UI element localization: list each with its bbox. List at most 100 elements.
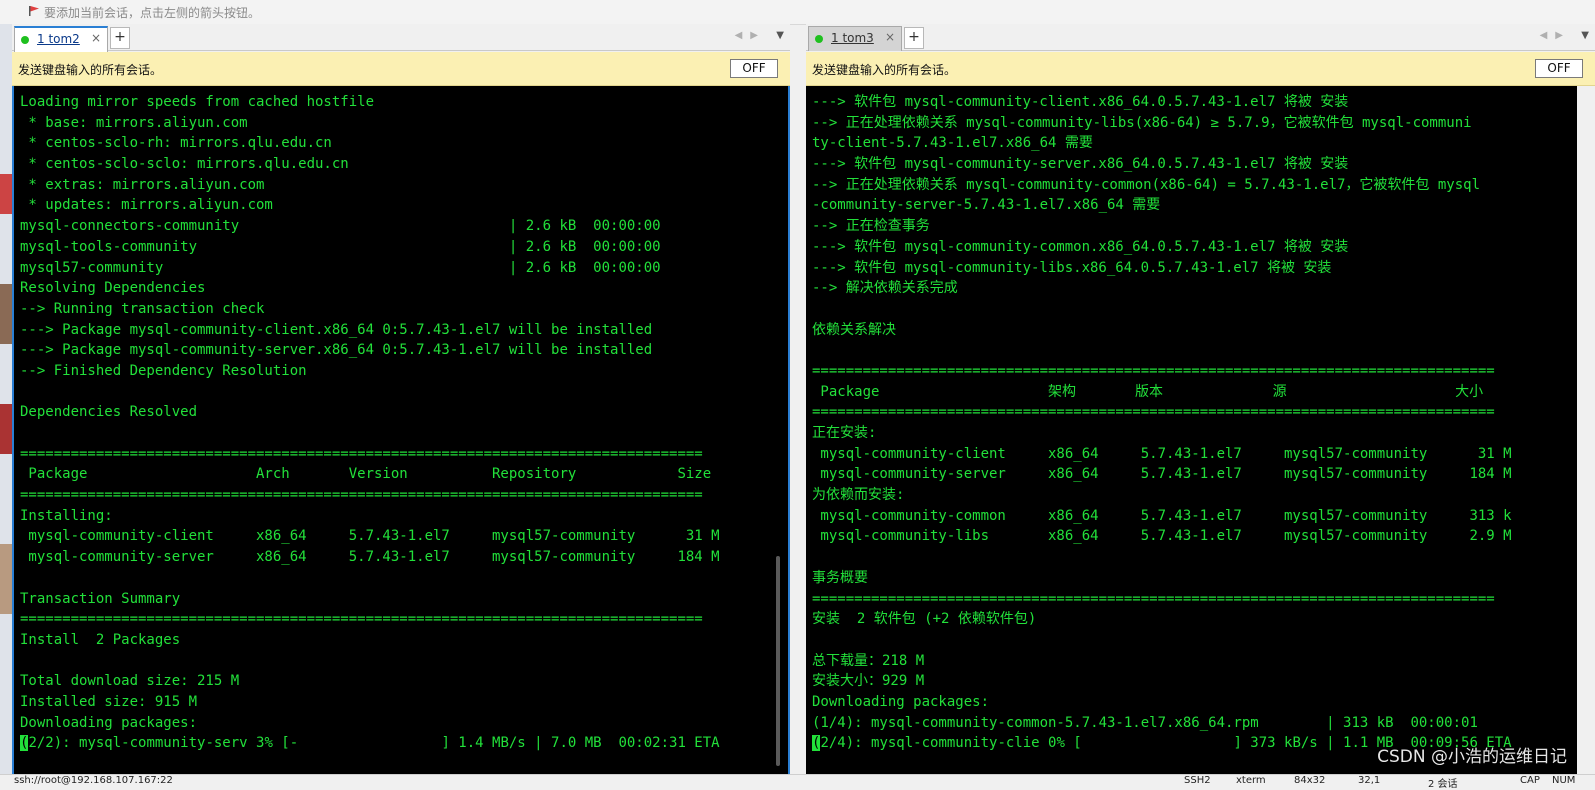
hint-text: 要添加当前会话，点击左侧的箭头按钮。 <box>44 6 261 20</box>
tab-tom3[interactable]: 1 tom3 × <box>808 26 902 51</box>
terminal-line: * base: mirrors.aliyun.com <box>20 114 248 131</box>
broadcast-off-button[interactable]: OFF <box>730 59 778 78</box>
status-bar: ssh://root@192.168.107.167:22 SSH2 xterm… <box>0 774 1595 790</box>
terminal-line: * updates: mirrors.aliyun.com <box>20 197 273 214</box>
terminal-line: ---> Package mysql-community-client.x86_… <box>20 321 653 338</box>
broadcast-message: 发送键盘输入的所有会话。 <box>18 63 163 77</box>
terminal-line: mysql-tools-community | 2.6 kB 00:00:00 <box>20 238 661 255</box>
terminal-type: xterm <box>1236 775 1266 786</box>
num-lock-indicator: NUM <box>1552 775 1576 786</box>
connected-icon <box>21 36 29 44</box>
terminal-line: mysql-community-server x86_64 5.7.43-1.e… <box>20 549 720 566</box>
tab-label: 1 tom2 <box>37 32 80 46</box>
hint-bar: 要添加当前会话，点击左侧的箭头按钮。 <box>0 0 1595 25</box>
tab-tom2[interactable]: 1 tom2 × <box>14 26 108 52</box>
close-icon[interactable]: × <box>91 31 101 45</box>
terminal-line: --> 正在检查事务 <box>812 218 930 235</box>
terminal-line: Transaction Summary <box>20 590 181 607</box>
terminal-line: mysql57-community | 2.6 kB 00:00:00 <box>20 259 661 276</box>
add-tab-button[interactable]: + <box>110 27 130 49</box>
terminal-line: mysql-community-client x86_64 5.7.43-1.e… <box>20 528 720 545</box>
terminal-line: --> Running transaction check <box>20 300 265 317</box>
session-pane-tom3: 1 tom3 × + ◀▶ ▼ 发送键盘输入的所有会话。 OFF ---> 软件… <box>806 24 1595 774</box>
broadcast-message: 发送键盘输入的所有会话。 <box>812 63 957 77</box>
connected-icon <box>815 35 823 43</box>
terminal-line: Dependencies Resolved <box>20 404 198 421</box>
terminal-line: mysql-community-common x86_64 5.7.43-1.e… <box>812 507 1512 524</box>
terminal-line: mysql-community-client x86_64 5.7.43-1.e… <box>812 445 1512 462</box>
cursor-position: 32,1 <box>1358 775 1381 786</box>
close-icon[interactable]: × <box>885 30 895 44</box>
tab-scroll-arrows-icon[interactable]: ◀▶ <box>1540 30 1571 41</box>
desktop-strip <box>0 24 12 774</box>
scrollbar-thumb[interactable] <box>776 556 780 766</box>
terminal-line: mysql-community-libs x86_64 5.7.43-1.el7… <box>812 528 1512 545</box>
protocol: SSH2 <box>1184 775 1211 786</box>
terminal-size: 84x32 <box>1294 775 1326 786</box>
terminal-line: ========================================… <box>20 445 703 462</box>
terminal-line: Downloading packages: <box>20 714 198 731</box>
terminal-line: 总下载量：218 M <box>812 652 925 669</box>
terminal-line: 安装 2 软件包 (+2 依赖软件包) <box>812 611 1037 628</box>
terminal-line: Installing: <box>20 507 113 524</box>
terminal-line: mysql-connectors-community | 2.6 kB 00:0… <box>20 218 661 235</box>
terminal-line: Install 2 Packages <box>20 631 181 648</box>
broadcast-off-button[interactable]: OFF <box>1535 59 1583 78</box>
terminal-scrollbar[interactable] <box>1577 86 1595 774</box>
terminal-line: --> 正在处理依赖关系 mysql-community-common(x86-… <box>812 176 1481 193</box>
terminal-line: * centos-sclo-rh: mirrors.qlu.edu.cn <box>20 135 332 152</box>
terminal-line: mysql-community-server x86_64 5.7.43-1.e… <box>812 466 1512 483</box>
terminal-output: ---> 软件包 mysql-community-client.x86_64.0… <box>812 92 1512 754</box>
terminal-line: * centos-sclo-sclo: mirrors.qlu.edu.cn <box>20 156 349 173</box>
terminal-line: ========================================… <box>812 404 1495 421</box>
terminal-line: ty-client-5.7.43-1.el7.x86_64 需要 <box>812 135 1093 152</box>
terminal-line: -community-server-5.7.43-1.el7.x86_64 需要 <box>812 197 1161 214</box>
terminal-line: Total download size: 215 M <box>20 673 240 690</box>
add-tab-button[interactable]: + <box>904 27 924 49</box>
terminal-line: --> 解决依赖关系完成 <box>812 280 958 297</box>
tab-bar: 1 tom3 × + ◀▶ ▼ <box>806 24 1595 51</box>
terminal-line: ---> 软件包 mysql-community-client.x86_64.0… <box>812 94 1349 110</box>
session-pane-tom2: 1 tom2 × + ◀▶ ▼ 发送键盘输入的所有会话。 OFF Loading… <box>12 24 790 774</box>
tab-scroll-arrows-icon[interactable]: ◀▶ <box>735 30 766 41</box>
broadcast-bar: 发送键盘输入的所有会话。 OFF <box>806 52 1595 86</box>
terminal-line: Resolving Dependencies <box>20 280 206 297</box>
terminal-line: ========================================… <box>812 362 1495 379</box>
session-count: 2 会话 <box>1428 779 1458 790</box>
terminal-line: Package Arch Version Repository Size <box>20 466 712 483</box>
terminal-line: ---> 软件包 mysql-community-common.x86_64.0… <box>812 238 1349 255</box>
progress-text: 2/2): mysql-community-serv 3% [- ] 1.4 M… <box>28 735 720 752</box>
terminal-scrollbar[interactable] <box>772 86 786 774</box>
terminal-line: 为依赖而安装: <box>812 487 905 504</box>
broadcast-bar: 发送键盘输入的所有会话。 OFF <box>12 52 790 86</box>
terminal-line: ---> 软件包 mysql-community-libs.x86_64.0.5… <box>812 259 1332 276</box>
tab-label: 1 tom3 <box>831 31 874 45</box>
terminal-line: 安装大小：929 M <box>812 673 925 690</box>
tab-bar: 1 tom2 × + ◀▶ ▼ <box>12 24 790 52</box>
terminal-progress-line: (2/2): mysql-community-serv 3% [- ] 1.4 … <box>20 733 720 754</box>
terminal-output: Loading mirror speeds from cached hostfi… <box>20 92 720 754</box>
terminal[interactable]: Loading mirror speeds from cached hostfi… <box>12 86 790 774</box>
caps-lock-indicator: CAP <box>1520 775 1540 786</box>
terminal-line: ---> Package mysql-community-server.x86_… <box>20 342 653 359</box>
terminal-line: Package 架构 版本 源 大小 <box>812 383 1484 400</box>
terminal-line: (1/4): mysql-community-common-5.7.43-1.e… <box>812 714 1478 731</box>
watermark: CSDN @小浩的运维日记 <box>1377 747 1567 767</box>
chevron-down-icon[interactable]: ▼ <box>776 30 784 41</box>
connection-address: ssh://root@192.168.107.167:22 <box>14 775 173 786</box>
terminal-line: 事务概要 <box>812 569 868 586</box>
terminal-line: ========================================… <box>812 590 1495 607</box>
chevron-down-icon[interactable]: ▼ <box>1581 30 1589 41</box>
terminal[interactable]: ---> 软件包 mysql-community-client.x86_64.0… <box>806 86 1595 774</box>
terminal-line: * extras: mirrors.aliyun.com <box>20 176 265 193</box>
terminal-line: 正在安装: <box>812 425 877 441</box>
terminal-line: Downloading packages: <box>812 693 990 710</box>
terminal-line: --> Finished Dependency Resolution <box>20 362 307 379</box>
